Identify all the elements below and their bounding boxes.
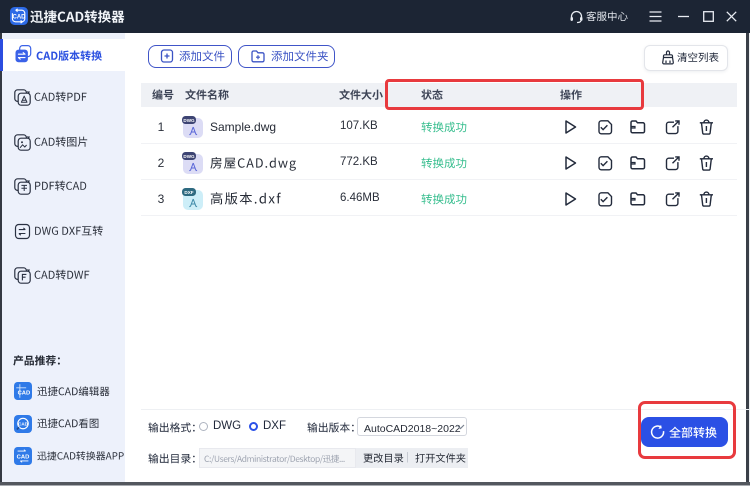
svg-text:DWG: DWG xyxy=(183,154,195,159)
svg-text:CAD: CAD xyxy=(17,454,30,460)
svg-text:CAD: CAD xyxy=(18,391,31,397)
svg-text:CAD: CAD xyxy=(18,421,28,426)
svg-text:CAD: CAD xyxy=(13,14,27,20)
svg-text:DXF: DXF xyxy=(184,190,193,195)
svg-text:DWG: DWG xyxy=(183,118,195,123)
